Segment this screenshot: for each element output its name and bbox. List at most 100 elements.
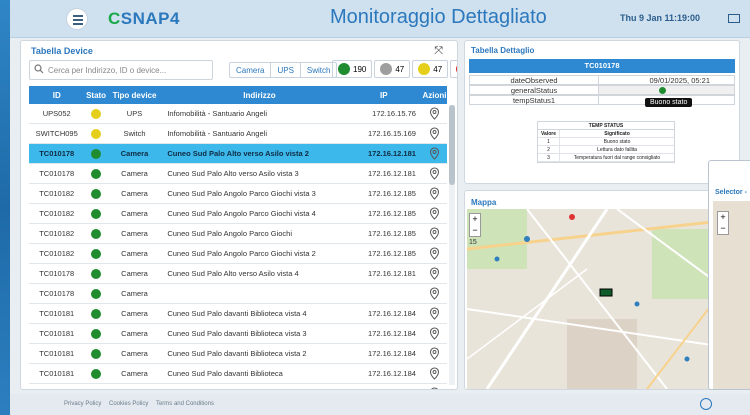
filter-button-camera[interactable]: Camera [230,63,272,77]
privacy-link[interactable]: Privacy Policy [64,401,101,407]
scroll-thumb[interactable] [449,105,455,185]
table-scrollbar[interactable] [449,105,455,385]
locate-pin-icon[interactable] [429,247,440,260]
cell-status [84,384,107,389]
cell-actions [422,324,447,343]
status-counter[interactable]: 3 [450,60,457,78]
locate-pin-icon[interactable] [429,147,440,160]
cell-id: SWITCH095 [35,129,78,138]
table-row[interactable]: TC010178 Camera [29,284,447,304]
table-row[interactable]: SWITCH095 Switch Infomobilità - Santuario … [29,124,447,144]
locate-pin-icon[interactable] [429,207,440,220]
cell-type: Camera [120,149,149,158]
overlay-zoom-out[interactable]: − [718,223,728,234]
expand-icon[interactable]: ⤧ [434,45,443,58]
overlay-zoom-in[interactable]: + [718,212,728,223]
cell-address [161,284,351,303]
cell-ip: 172.16.12.184 [367,369,416,378]
status-dot [91,288,102,299]
cell-ip [352,284,422,303]
cell-address: Cuneo Sud Palo Alto verso Asilo vista 2 [167,149,309,158]
fullscreen-icon[interactable] [728,14,740,23]
col-header-ip[interactable]: IP [352,86,422,104]
app-logo: CSNAP4 [108,9,180,28]
status-dot[interactable] [659,87,666,94]
legend-value: 3 [538,154,560,161]
col-header-address[interactable]: Indirizzo [161,86,351,104]
table-row[interactable]: TC010178 Camera Cuneo Sud Palo Alto verso … [29,164,447,184]
cell-ip: 172.16.15.169 [367,129,416,138]
cell-type: Camera [121,209,148,218]
cell-id: TC010182 [39,249,75,258]
cell-ip: 172.16.12.181 [367,269,416,278]
search-input[interactable]: Cerca per Indirizzo, ID o device... [29,60,213,80]
table-row[interactable]: UPS052 UPS Infomobilità - Santuario Angeli… [29,104,447,124]
cookies-link[interactable]: Cookies Policy [109,401,148,407]
device-type-filter: Camera UPS Switch [229,62,338,78]
search-icon [34,64,44,74]
status-dot [91,228,102,239]
cell-address: Cuneo Sud Palo Angolo Parco Giochi [167,229,293,238]
cell-type: Camera [121,229,148,238]
legend-value: 1 [538,138,560,145]
zoom-out-button[interactable]: − [470,225,480,236]
table-row[interactable]: TC010179 CameraBiblioteca Cuneo Sud Ester… [29,384,447,390]
status-counter[interactable]: 190 [332,60,373,78]
table-row[interactable]: TC010178 Camera Cuneo Sud Palo Alto verso … [29,264,447,284]
locate-pin-icon[interactable] [429,127,440,140]
table-row[interactable]: TC010178 Camera Cuneo Sud Palo Alto verso … [29,144,447,164]
locate-pin-icon[interactable] [429,107,440,120]
table-row[interactable]: TC010182 Camera Cuneo Sud Palo Angolo Parc… [29,184,447,204]
cell-status [84,184,107,203]
side-decoration [0,0,10,415]
locate-pin-icon[interactable] [429,307,440,320]
col-header-status[interactable]: Stato [84,86,107,104]
table-row[interactable]: TC010181 Camera Cuneo Sud Palo davanti Bib… [29,364,447,384]
table-row[interactable]: TC010181 Camera Cuneo Sud Palo davanti Bib… [29,324,447,344]
locate-pin-icon[interactable] [429,287,440,300]
cell-status [84,104,107,123]
cell-status [84,164,107,183]
locate-pin-icon[interactable] [429,167,440,180]
table-row[interactable]: TC010182 Camera Cuneo Sud Palo Angolo Parc… [29,204,447,224]
locate-pin-icon[interactable] [429,347,440,360]
detail-value: 09/01/2025, 05:21 [599,75,735,85]
status-dot [91,328,102,339]
cell-address: Cuneo Sud Palo Angolo Parco Giochi vista… [167,249,316,258]
locate-pin-icon[interactable] [429,227,440,240]
detail-key: generalStatus [469,85,599,95]
locate-pin-icon[interactable] [429,267,440,280]
status-counter[interactable]: 47 [374,60,411,78]
table-row[interactable]: TC010182 Camera Cuneo Sud Palo Angolo Parc… [29,224,447,244]
footer: Privacy Policy Cookies Policy Terms and … [10,394,750,415]
status-counter[interactable]: 47 [412,60,449,78]
cell-id: TC010182 [39,229,75,238]
device-table: ID Stato Tipo device Indirizzo IP Azioni… [29,86,447,390]
cell-address: Cuneo Sud Palo davanti Biblioteca [167,369,283,378]
map-zoom-control: + − [469,213,481,237]
table-row[interactable]: TC010181 Camera Cuneo Sud Palo davanti Bib… [29,304,447,324]
map-view[interactable] [467,209,739,389]
locate-pin-icon[interactable] [429,367,440,380]
camera-marker[interactable] [599,288,613,297]
cell-id: TC010178 [39,269,75,278]
status-dot [91,268,102,279]
menu-button[interactable] [66,8,88,30]
cell-ip: 172.16.12.181 [367,149,416,158]
table-row[interactable]: TC010182 Camera Cuneo Sud Palo Angolo Parc… [29,244,447,264]
terms-link[interactable]: Terms and Conditions [156,401,214,407]
locate-pin-icon[interactable] [429,387,440,390]
zoom-in-button[interactable]: + [470,214,480,225]
legend-meaning: Lettura dato fallita [597,147,637,153]
col-header-type[interactable]: Tipo device [108,86,162,104]
locate-pin-icon[interactable] [429,187,440,200]
col-header-id[interactable]: ID [29,86,84,104]
overlay-window[interactable]: Selector - + − [708,160,750,390]
detail-key: dateObserved [469,75,599,85]
locate-pin-icon[interactable] [429,327,440,340]
cell-id: TC010182 [39,189,75,198]
table-row[interactable]: TC010181 Camera Cuneo Sud Palo davanti Bib… [29,344,447,364]
footer-links: Privacy Policy Cookies Policy Terms and … [64,401,220,407]
filter-button-ups[interactable]: UPS [271,63,301,77]
cell-status [84,224,107,243]
